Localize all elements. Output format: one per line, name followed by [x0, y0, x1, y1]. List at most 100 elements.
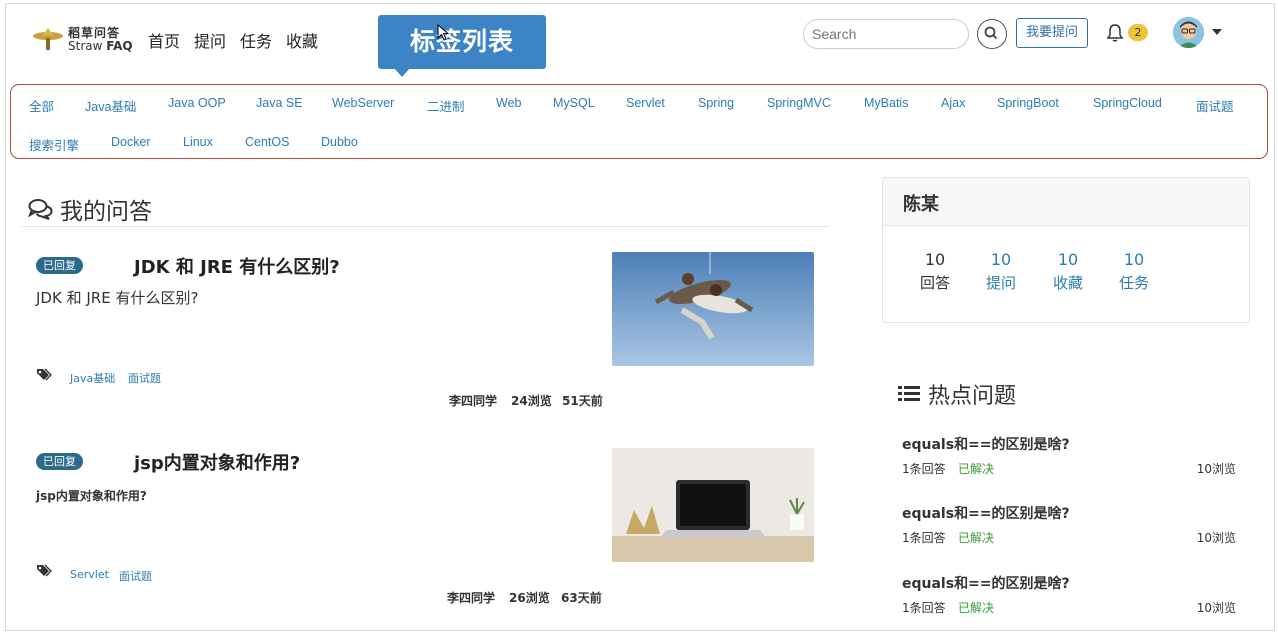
stat-num: 10: [924, 250, 946, 269]
question-tag[interactable]: Java基础: [70, 370, 115, 386]
hot-question-title[interactable]: equals和==的区别是啥?: [902, 503, 1070, 523]
tag-list-callout: 标签列表: [378, 15, 546, 77]
tag-item[interactable]: Servlet: [626, 96, 665, 110]
stat-label: 任务: [1118, 274, 1149, 292]
hot-state: 已解决: [958, 462, 995, 476]
tag-item[interactable]: 搜索引擎: [29, 135, 79, 154]
my-qa-title: 我的问答: [28, 192, 152, 226]
stat-questions[interactable]: 10 提问: [971, 250, 1031, 293]
stat-label: 收藏: [1052, 274, 1083, 292]
stat-answers[interactable]: 10 回答: [905, 250, 965, 293]
skydivers-photo-icon: [612, 252, 814, 366]
user-name: 陈某: [903, 194, 939, 215]
nav-tasks[interactable]: 任务: [240, 28, 272, 52]
views: 24浏览: [511, 394, 552, 408]
hot-question-item[interactable]: equals和==的区别是啥? 1条回答 已解决 10浏览: [890, 503, 1250, 563]
question-desc: jsp内置对象和作用?: [36, 489, 147, 503]
tag-item[interactable]: 面试题: [1196, 96, 1234, 115]
search-icon: [984, 26, 998, 40]
tags-icon: [37, 368, 52, 381]
nav-favorites[interactable]: 收藏: [286, 28, 318, 52]
tag-item[interactable]: SpringBoot: [997, 96, 1059, 110]
notification-badge: 2: [1128, 24, 1148, 41]
views: 26浏览: [509, 591, 550, 605]
stat-label: 回答: [919, 274, 950, 292]
stat-tasks[interactable]: 10 任务: [1104, 250, 1164, 293]
stat-num: 10: [990, 250, 1012, 269]
hot-question-title[interactable]: equals和==的区别是啥?: [902, 434, 1070, 454]
comments-icon: [28, 199, 53, 220]
hot-answers: 1条回答: [902, 601, 946, 615]
tags-icon: [37, 564, 52, 577]
author: 李四同学: [449, 394, 498, 408]
avatar-icon: [1173, 17, 1204, 48]
author: 李四同学: [447, 591, 496, 605]
question-image: [612, 252, 814, 366]
stat-favorites[interactable]: 10 收藏: [1038, 250, 1098, 293]
stat-num: 10: [1123, 250, 1145, 269]
user-menu-caret-icon[interactable]: [1212, 29, 1222, 35]
hot-views: 10浏览: [1196, 531, 1236, 545]
divider: [22, 226, 830, 227]
tag-all[interactable]: 全部: [29, 96, 54, 115]
search-button[interactable]: [977, 19, 1007, 49]
tag-item[interactable]: Dubbo: [321, 135, 358, 149]
question-card[interactable]: 已回复 jsp内置对象和作用? jsp内置对象和作用? Servlet 面试题 …: [22, 432, 830, 618]
tag-item[interactable]: CentOS: [245, 135, 289, 149]
question-title[interactable]: jsp内置对象和作用?: [134, 449, 300, 475]
user-card-header: 陈某: [883, 178, 1249, 226]
hot-views: 10浏览: [1196, 601, 1236, 615]
tag-item[interactable]: Java基础: [85, 96, 136, 115]
tag-item[interactable]: SpringCloud: [1093, 96, 1162, 110]
section-title-text: 我的问答: [60, 199, 152, 225]
hot-answers: 1条回答: [902, 462, 946, 476]
nav-ask[interactable]: 提问: [194, 28, 226, 52]
question-tag[interactable]: 面试题: [128, 370, 161, 386]
tag-item[interactable]: MySQL: [553, 96, 595, 110]
hot-question-item[interactable]: equals和==的区别是啥? 1条回答 已解决 10浏览: [890, 434, 1250, 494]
time: 63天前: [561, 591, 602, 605]
tag-item[interactable]: 二进制: [427, 96, 465, 115]
question-tag[interactable]: Servlet: [70, 568, 109, 581]
ask-question-button[interactable]: 我要提问: [1016, 18, 1088, 48]
straw-hat-icon: [33, 28, 63, 50]
list-icon: [898, 386, 920, 401]
question-title[interactable]: JDK 和 JRE 有什么区别?: [134, 253, 340, 279]
tag-item[interactable]: Web: [496, 96, 521, 110]
hot-title-text: 热点问题: [928, 384, 1017, 409]
tag-item[interactable]: SpringMVC: [767, 96, 831, 110]
question-tag[interactable]: 面试题: [119, 568, 152, 584]
tag-item[interactable]: WebServer: [332, 96, 394, 110]
search-input[interactable]: [803, 19, 969, 49]
time: 51天前: [562, 394, 603, 408]
mouse-cursor-icon: [437, 24, 450, 41]
question-card[interactable]: 已回复 JDK 和 JRE 有什么区别? JDK 和 JRE 有什么区别? Ja…: [22, 236, 830, 422]
question-image: [612, 448, 814, 562]
laptop-desk-photo-icon: [612, 448, 814, 562]
question-desc: JDK 和 JRE 有什么区别?: [36, 289, 199, 307]
tag-list: 全部 Java基础 Java OOP Java SE WebServer 二进制…: [10, 84, 1268, 159]
logo-en-straw: Straw: [68, 39, 103, 53]
page: 稻草问答 Straw FAQ 首页 提问 任务 收藏 标签列表 我要提问 2: [6, 4, 1274, 630]
tag-item[interactable]: Java OOP: [168, 96, 226, 110]
status-badge: 已回复: [36, 257, 83, 274]
tag-item[interactable]: Ajax: [941, 96, 965, 110]
hot-question-title[interactable]: equals和==的区别是啥?: [902, 573, 1070, 593]
logo-en-faq: FAQ: [106, 39, 133, 53]
tag-item[interactable]: Docker: [111, 135, 151, 149]
tag-item[interactable]: Linux: [183, 135, 213, 149]
logo-en: Straw FAQ: [68, 39, 133, 53]
tag-item[interactable]: Spring: [698, 96, 734, 110]
nav-home[interactable]: 首页: [148, 28, 180, 52]
hot-questions-title: 热点问题: [898, 378, 1016, 410]
logo[interactable]: 稻草问答 Straw FAQ: [32, 22, 152, 56]
user-avatar[interactable]: [1173, 17, 1204, 48]
top-nav: 首页 提问 任务 收藏: [148, 28, 318, 52]
stat-label: 提问: [985, 274, 1016, 292]
tag-item[interactable]: MyBatis: [864, 96, 908, 110]
tag-item[interactable]: Java SE: [256, 96, 303, 110]
bell-icon[interactable]: [1106, 23, 1124, 43]
hot-question-item[interactable]: equals和==的区别是啥? 1条回答 已解决 10浏览: [890, 573, 1250, 630]
hot-answers: 1条回答: [902, 531, 946, 545]
status-badge: 已回复: [36, 453, 83, 470]
